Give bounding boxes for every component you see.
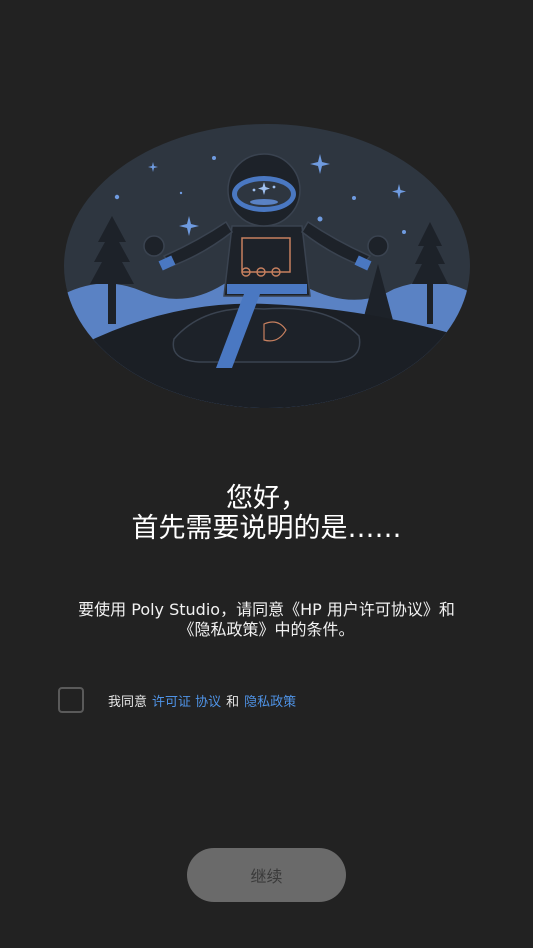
onboarding-screen: 您好， 首先需要说明的是…… 要使用 Poly Studio，请同意《HP 用户… xyxy=(0,0,533,948)
greeting-line-2: 首先需要说明的是…… xyxy=(131,513,402,544)
agree-checkbox[interactable] xyxy=(58,687,84,713)
consent-row: 我同意 许可证 协议和隐私政策 xyxy=(58,685,296,715)
continue-button[interactable]: 继续 xyxy=(187,848,346,902)
privacy-policy-link[interactable]: 隐私政策 xyxy=(244,695,296,710)
license-agreement-link[interactable]: 许可证 协议 xyxy=(152,695,221,710)
page-title: 您好， 首先需要说明的是…… xyxy=(0,484,533,544)
consent-conjunction: 和 xyxy=(226,694,240,710)
terms-description-line-2: 《隐私政策》中的条件。 xyxy=(178,620,355,639)
terms-description: 要使用 Poly Studio，请同意《HP 用户许可协议》和 《隐私政策》中的… xyxy=(30,600,503,640)
continue-button-label: 继续 xyxy=(250,867,283,886)
terms-description-line-1: 要使用 Poly Studio，请同意《HP 用户许可协议》和 xyxy=(78,600,455,619)
consent-text: 我同意 许可证 协议和隐私政策 xyxy=(108,691,296,710)
greeting-line-1: 您好， xyxy=(226,483,307,514)
meditating-astronaut-illustration xyxy=(64,124,470,408)
consent-prefix: 我同意 xyxy=(108,694,148,710)
